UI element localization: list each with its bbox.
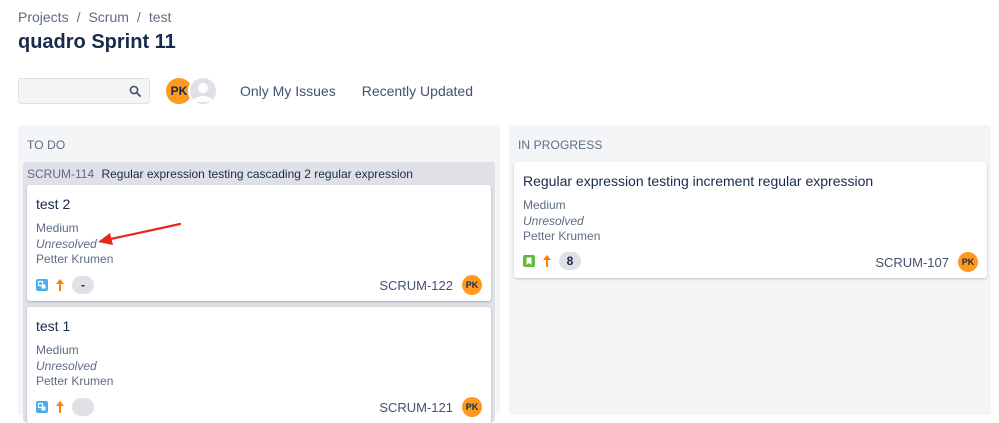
story-points-badge: - [72, 276, 94, 294]
parent-issue-header[interactable]: SCRUM-114 Regular expression testing cas… [27, 167, 413, 181]
avatar[interactable]: PK [462, 397, 482, 417]
priority-medium-icon [56, 279, 64, 291]
user-placeholder-icon[interactable] [188, 76, 218, 106]
issue-card[interactable]: test 2 Medium Unresolved Petter Krumen -… [27, 185, 491, 301]
card-resolution: Unresolved [523, 214, 584, 228]
column-title: TO DO [27, 138, 66, 152]
story-points-badge [72, 398, 94, 416]
card-issue-key[interactable]: SCRUM-121 [379, 400, 453, 415]
avatar[interactable]: PK [958, 252, 978, 272]
breadcrumb: Projects / Scrum / test [18, 9, 171, 25]
card-assignee: Petter Krumen [523, 229, 601, 243]
story-icon [523, 255, 535, 267]
card-issue-key[interactable]: SCRUM-107 [875, 255, 949, 270]
breadcrumb-projects[interactable]: Projects [18, 9, 69, 25]
card-assignee: Petter Krumen [36, 374, 114, 388]
breadcrumb-test[interactable]: test [149, 9, 172, 25]
card-priority: Medium [523, 198, 566, 212]
breadcrumb-separator: / [76, 9, 81, 25]
subtask-icon [36, 279, 48, 291]
priority-medium-icon [543, 255, 551, 267]
breadcrumb-separator: / [136, 9, 141, 25]
card-priority: Medium [36, 343, 79, 357]
card-footer: 8 [523, 252, 581, 270]
parent-issue-group: SCRUM-114 Regular expression testing cas… [23, 162, 495, 423]
parent-issue-summary: Regular expression testing cascading 2 r… [101, 167, 413, 181]
parent-issue-key: SCRUM-114 [27, 167, 95, 181]
card-footer [36, 398, 94, 416]
card-summary: Regular expression testing increment reg… [523, 173, 874, 189]
search-icon[interactable] [129, 85, 141, 97]
filter-recently-updated[interactable]: Recently Updated [358, 79, 477, 103]
card-issue-key[interactable]: SCRUM-122 [379, 278, 453, 293]
priority-medium-icon [56, 401, 64, 413]
card-summary: test 1 [36, 318, 71, 334]
issue-card[interactable]: Regular expression testing increment reg… [514, 162, 987, 278]
avatar[interactable]: PK [462, 275, 482, 295]
page-title: quadro Sprint 11 [18, 31, 176, 53]
filter-only-my-issues[interactable]: Only My Issues [236, 79, 340, 103]
search-field[interactable] [18, 78, 150, 104]
breadcrumb-scrum[interactable]: Scrum [88, 9, 128, 25]
card-resolution: Unresolved [36, 359, 97, 373]
assignee-filter: PK [164, 76, 218, 106]
column-title: IN PROGRESS [518, 138, 603, 152]
card-summary: test 2 [36, 196, 71, 212]
card-priority: Medium [36, 221, 79, 235]
card-footer: - [36, 276, 94, 294]
search-input[interactable] [19, 79, 141, 103]
card-resolution: Unresolved [36, 237, 97, 251]
story-points-badge: 8 [559, 252, 581, 270]
subtask-icon [36, 401, 48, 413]
board-toolbar: PK Only My Issues Recently Updated [18, 76, 477, 106]
column-todo: TO DO SCRUM-114 Regular expression testi… [18, 125, 500, 423]
column-in-progress: IN PROGRESS Regular expression testing i… [509, 125, 991, 415]
card-assignee: Petter Krumen [36, 252, 114, 266]
